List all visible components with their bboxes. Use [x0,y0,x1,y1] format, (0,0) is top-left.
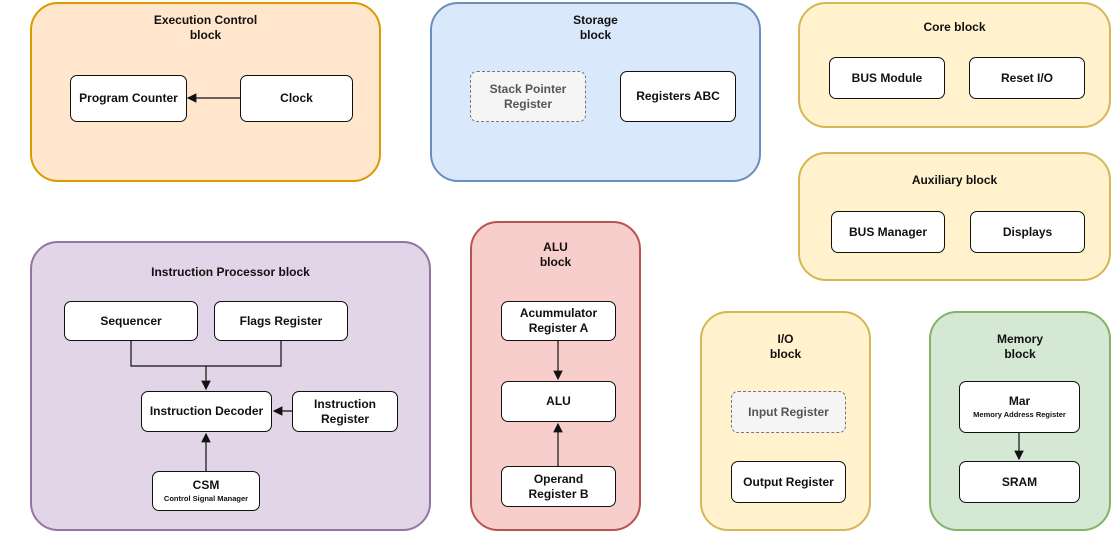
block-title: Auxiliary block [911,173,998,187]
bus-module-node[interactable]: BUS Module [829,57,945,99]
accumulator-node[interactable]: Acummulator Register A [501,301,616,341]
clock-node[interactable]: Clock [240,75,353,122]
block-title: Execution Control block [153,13,258,42]
block-title: Core block [923,20,986,34]
alu-node[interactable]: ALU [501,381,616,422]
instruction-decoder-node[interactable]: Instruction Decoder [141,391,272,432]
sequencer-node[interactable]: Sequencer [64,301,198,341]
bus-manager-node[interactable]: BUS Manager [831,211,945,253]
instruction-register-node[interactable]: Instruction Register [292,391,398,432]
sram-node[interactable]: SRAM [959,461,1080,503]
csm-label: CSM [192,477,220,492]
input-register-node[interactable]: Input Register [731,391,846,433]
block-title: Instruction Processor block [151,265,310,279]
output-register-node[interactable]: Output Register [731,461,846,503]
registers-abc-node[interactable]: Registers ABC [620,71,736,122]
flags-register-node[interactable]: Flags Register [214,301,348,341]
operand-node[interactable]: Operand Register B [501,466,616,507]
displays-node[interactable]: Displays [970,211,1085,253]
mar-label: Mar [1008,393,1031,408]
block-title: Storage block [573,13,618,42]
program-counter-node[interactable]: Program Counter [70,75,187,122]
csm-node[interactable]: CSM Control Signal Manager [152,471,260,511]
block-title: Memory block [996,332,1043,361]
stack-pointer-node[interactable]: Stack Pointer Register [470,71,586,122]
block-title: ALU block [539,240,572,269]
block-title: I/O block [769,332,802,361]
mar-sublabel: Memory Address Register [973,409,1066,419]
csm-sublabel: Control Signal Manager [163,493,249,503]
reset-io-node[interactable]: Reset I/O [969,57,1085,99]
mar-node[interactable]: Mar Memory Address Register [959,381,1080,433]
